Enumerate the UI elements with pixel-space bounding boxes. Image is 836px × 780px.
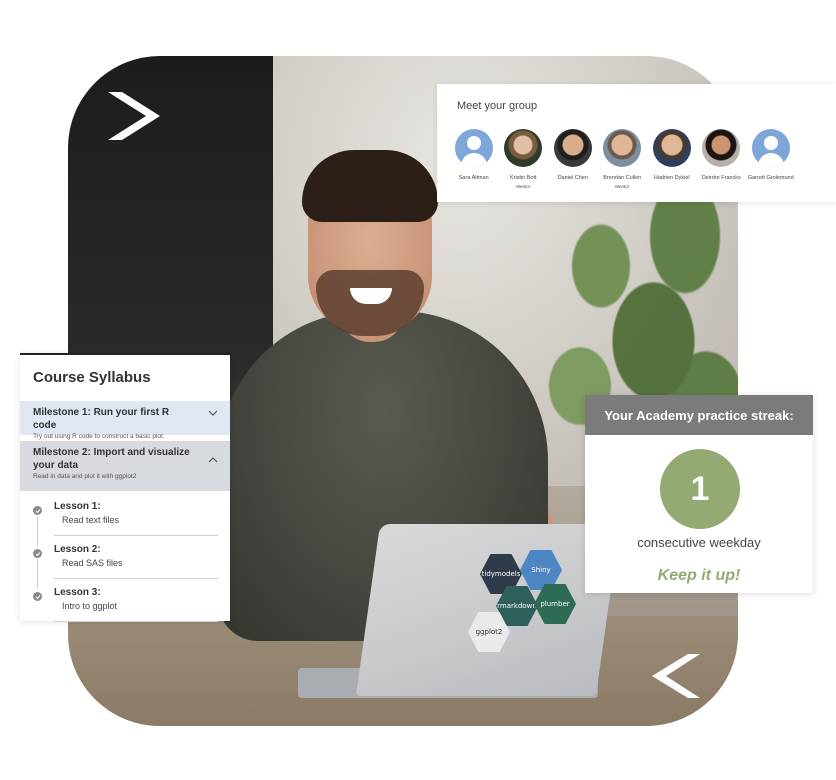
chevron-left-icon: [652, 654, 700, 698]
member-role: Mentor: [615, 183, 630, 189]
course-syllabus-card: Course Syllabus Milestone 1: Run your fi…: [20, 353, 230, 622]
chevron-right-icon: [108, 92, 160, 140]
group-member[interactable]: Hadrien Dykiel: [647, 129, 697, 189]
group-member[interactable]: Sara Altman: [449, 129, 499, 189]
milestone-1[interactable]: Milestone 1: Run your first R code Try o…: [20, 401, 230, 440]
laptop: [355, 524, 621, 696]
lesson-item[interactable]: Lesson 2: Read SAS files: [20, 536, 230, 589]
member-name: Garrett Grolemund: [747, 175, 794, 181]
avatar: [504, 129, 543, 167]
avatar-placeholder-icon: [751, 129, 790, 167]
milestone-subtitle: Try out using R code to construct a basi…: [33, 433, 165, 440]
streak-header: Your Academy practice streak:: [585, 395, 813, 435]
lesson-subtitle: Read SAS files: [62, 558, 123, 568]
group-members-list: Sara Altman Kristin Bott Mentor Daniel C…: [449, 129, 836, 189]
avatar: [702, 129, 741, 167]
chevron-down-icon: [208, 410, 218, 416]
member-name: Brendan Cullen: [603, 175, 642, 181]
person-hair: [302, 150, 438, 222]
practice-streak-card: Your Academy practice streak: 1 consecut…: [585, 395, 813, 593]
check-icon: [33, 592, 42, 601]
avatar-placeholder-icon: [454, 129, 493, 167]
streak-encouragement: Keep it up!: [657, 567, 741, 584]
check-icon: [33, 506, 42, 515]
chevron-up-icon: [208, 457, 218, 463]
lesson-subtitle: Read text files: [62, 515, 120, 525]
group-title: Meet your group: [457, 100, 538, 112]
group-member[interactable]: Deirdre Francks: [697, 129, 747, 189]
group-member[interactable]: Garrett Grolemund: [746, 129, 796, 189]
member-name: Hadrien Dykiel: [653, 175, 690, 181]
avatar: [652, 129, 691, 167]
group-member[interactable]: Daniel Chen: [548, 129, 598, 189]
divider: [54, 621, 218, 622]
milestone-title: Milestone 1: Run your first R code: [33, 407, 170, 431]
avatar: [553, 129, 592, 167]
check-icon: [33, 549, 42, 558]
syllabus-title: Course Syllabus: [33, 369, 151, 386]
streak-label: consecutive weekday: [637, 535, 761, 550]
member-role: Mentor: [516, 183, 531, 189]
group-member[interactable]: Brendan Cullen Mentor: [598, 129, 648, 189]
member-name: Kristin Bott: [509, 175, 537, 181]
member-name: Sara Altman: [458, 175, 489, 181]
member-name: Deirdre Francks: [701, 175, 741, 181]
lesson-item[interactable]: Lesson 1: Read text files: [20, 493, 230, 546]
lesson-title: Lesson 2:: [54, 544, 101, 555]
milestone-subtitle: Read in data and plot it with ggplot2: [33, 473, 137, 480]
milestone-2[interactable]: Milestone 2: Import and visualize your d…: [20, 441, 230, 491]
lesson-title: Lesson 3:: [54, 587, 101, 598]
meet-your-group-card: Meet your group Sara Altman Kristin Bott…: [437, 84, 836, 202]
streak-count-badge: 1: [660, 449, 740, 529]
lesson-title: Lesson 1:: [54, 501, 101, 512]
lesson-item[interactable]: Lesson 3: Intro to ggplot: [20, 579, 230, 622]
group-member[interactable]: Kristin Bott Mentor: [499, 129, 549, 189]
avatar: [603, 129, 642, 167]
member-name: Daniel Chen: [557, 175, 588, 181]
milestone-title: Milestone 2: Import and visualize your d…: [33, 447, 190, 471]
lesson-subtitle: Intro to ggplot: [62, 601, 118, 611]
lesson-list: Lesson 1: Read text files Lesson 2: Read…: [20, 493, 230, 622]
